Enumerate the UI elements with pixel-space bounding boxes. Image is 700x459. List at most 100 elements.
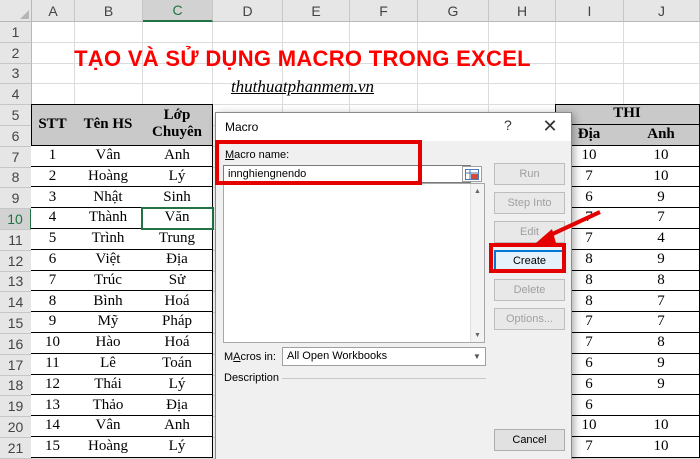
cell-stt: 11	[31, 353, 75, 375]
cell-stt: 13	[31, 395, 75, 417]
cancel-button[interactable]: Cancel	[494, 429, 565, 451]
row-header-20[interactable]: 20	[0, 417, 32, 438]
cell-lop: Lý	[142, 374, 213, 396]
cell-lop: Lý	[142, 166, 213, 188]
cell-ten: Bình	[74, 291, 143, 313]
step-into-button[interactable]: Step Into	[494, 192, 565, 214]
row-header-17[interactable]: 17	[0, 354, 32, 376]
chevron-down-icon[interactable]: ▼	[469, 348, 485, 365]
macros-in-label-mnemonic: A	[233, 351, 241, 363]
row-header-21[interactable]: 21	[0, 438, 32, 459]
macro-dialog: Macro ? ✕ Macro name: innghiengnendo ▲ ▼…	[215, 112, 572, 459]
row-header-10[interactable]: 10	[0, 209, 32, 230]
cell-anh: 9	[623, 187, 700, 209]
cell-stt: 1	[31, 145, 75, 167]
cell-stt: 5	[31, 229, 75, 250]
cell-lop: Pháp	[142, 312, 213, 333]
column-header-g[interactable]: G	[418, 0, 489, 22]
row-header-8[interactable]: 8	[0, 167, 32, 189]
macro-name-label-mnemonic: M	[225, 149, 235, 161]
cell-anh: 8	[623, 333, 700, 354]
cell-ten: Hào	[74, 333, 143, 354]
cell-lop: Sinh	[142, 187, 213, 209]
column-header-e[interactable]: E	[283, 0, 350, 22]
cell-anh: 9	[623, 353, 700, 375]
select-all-corner[interactable]	[0, 0, 32, 22]
cell-anh: 10	[623, 166, 700, 188]
row-header-6[interactable]: 6	[0, 126, 32, 147]
row-header-1[interactable]: 1	[0, 22, 32, 43]
row-header-2[interactable]: 2	[0, 42, 32, 64]
column-header-d[interactable]: D	[213, 0, 283, 22]
sheet-subtitle: thuthuatphanmem.vn	[230, 77, 375, 96]
macro-name-label-text: acro name:	[234, 149, 290, 161]
macro-name-input[interactable]: innghiengnendo	[223, 165, 471, 183]
cell-lop: Trung	[142, 229, 213, 250]
macros-in-select[interactable]: All Open Workbooks ▼	[282, 347, 486, 366]
table-border-top	[31, 104, 213, 106]
cell-ten: Thảo	[74, 395, 143, 417]
scroll-down-icon[interactable]: ▼	[471, 328, 484, 342]
range-picker-icon[interactable]	[462, 166, 482, 182]
row-header-16[interactable]: 16	[0, 334, 32, 355]
cell-ten: Vân	[74, 416, 143, 437]
cell-ten: Hoàng	[74, 166, 143, 188]
header-group-thi: THI	[555, 104, 700, 125]
cell-lop: Anh	[142, 145, 213, 167]
help-button[interactable]: ?	[504, 117, 512, 133]
column-header-f[interactable]: F	[350, 0, 418, 22]
close-icon[interactable]: ✕	[536, 115, 564, 137]
row-header-5[interactable]: 5	[0, 105, 32, 126]
macro-list-scrollbar[interactable]: ▲ ▼	[470, 184, 484, 342]
column-header-j[interactable]: J	[624, 0, 700, 22]
description-label: Description	[224, 372, 280, 384]
column-header-b[interactable]: B	[75, 0, 143, 22]
cell-anh: 4	[623, 229, 700, 250]
scroll-up-icon[interactable]: ▲	[471, 184, 484, 198]
delete-button[interactable]: Delete	[494, 279, 565, 301]
cell-lop: Hoá	[142, 333, 213, 354]
row-header-19[interactable]: 19	[0, 396, 32, 418]
row-header-12[interactable]: 12	[0, 250, 32, 272]
cell-ten: Trình	[74, 229, 143, 250]
cell-ten: Nhật	[74, 187, 143, 209]
cell-stt: 8	[31, 291, 75, 313]
cell-stt: 6	[31, 249, 75, 271]
run-button[interactable]: Run	[494, 163, 565, 185]
table-border-top-right	[555, 104, 700, 106]
cell-stt: 2	[31, 166, 75, 188]
row-header-14[interactable]: 14	[0, 292, 32, 314]
create-button[interactable]: Create	[494, 250, 565, 272]
row-header-9[interactable]: 9	[0, 188, 32, 210]
row-header-18[interactable]: 18	[0, 375, 32, 397]
dialog-title: Macro	[225, 120, 259, 134]
row-header-7[interactable]: 7	[0, 146, 32, 168]
row-header-3[interactable]: 3	[0, 63, 32, 85]
row-header-4[interactable]: 4	[0, 84, 32, 106]
cell-lop: Toán	[142, 353, 213, 375]
cell-ten: Hoàng	[74, 437, 143, 458]
options-button[interactable]: Options...	[494, 308, 565, 330]
description-divider	[282, 378, 486, 379]
row-header-15[interactable]: 15	[0, 313, 32, 334]
cell-anh: 8	[623, 270, 700, 292]
macros-in-value: All Open Workbooks	[287, 350, 388, 362]
macro-list[interactable]: ▲ ▼	[223, 183, 485, 343]
macro-name-label: Macro name:	[225, 149, 289, 161]
cell-anh: 9	[623, 374, 700, 396]
cell-stt: 3	[31, 187, 75, 209]
header-lop: Lớp Chuyên	[142, 104, 213, 146]
dialog-titlebar: Macro ? ✕	[216, 113, 571, 141]
cell-lop: Lý	[142, 437, 213, 458]
column-header-i[interactable]: I	[556, 0, 624, 22]
header-anh: Anh	[623, 125, 700, 146]
cell-lop: Sử	[142, 270, 213, 292]
row-header-13[interactable]: 13	[0, 271, 32, 293]
cell-lop: Hoá	[142, 291, 213, 313]
column-header-h[interactable]: H	[489, 0, 556, 22]
column-header-a[interactable]: A	[32, 0, 75, 22]
row-header-11[interactable]: 11	[0, 230, 32, 251]
cell-lop: Địa	[142, 249, 213, 271]
column-header-c[interactable]: C	[143, 0, 213, 22]
edit-button[interactable]: Edit	[494, 221, 565, 243]
